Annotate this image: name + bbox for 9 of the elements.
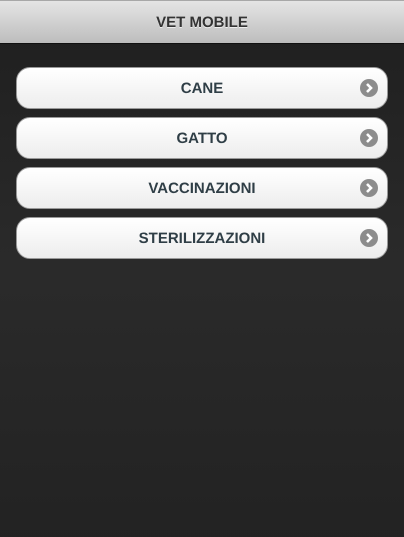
chevron-right-icon <box>360 229 378 247</box>
app-title: VET MOBILE <box>156 14 248 30</box>
menu-button[interactable]: VACCINAZIONI <box>16 167 388 209</box>
chevron-right-icon <box>360 79 378 97</box>
chevron-right-icon <box>360 179 378 197</box>
menu-button[interactable]: GATTO <box>16 117 388 159</box>
menu-button[interactable]: CANE <box>16 67 388 109</box>
menu-button[interactable]: STERILIZZAZIONI <box>16 217 388 259</box>
chevron-right-icon <box>360 129 378 147</box>
